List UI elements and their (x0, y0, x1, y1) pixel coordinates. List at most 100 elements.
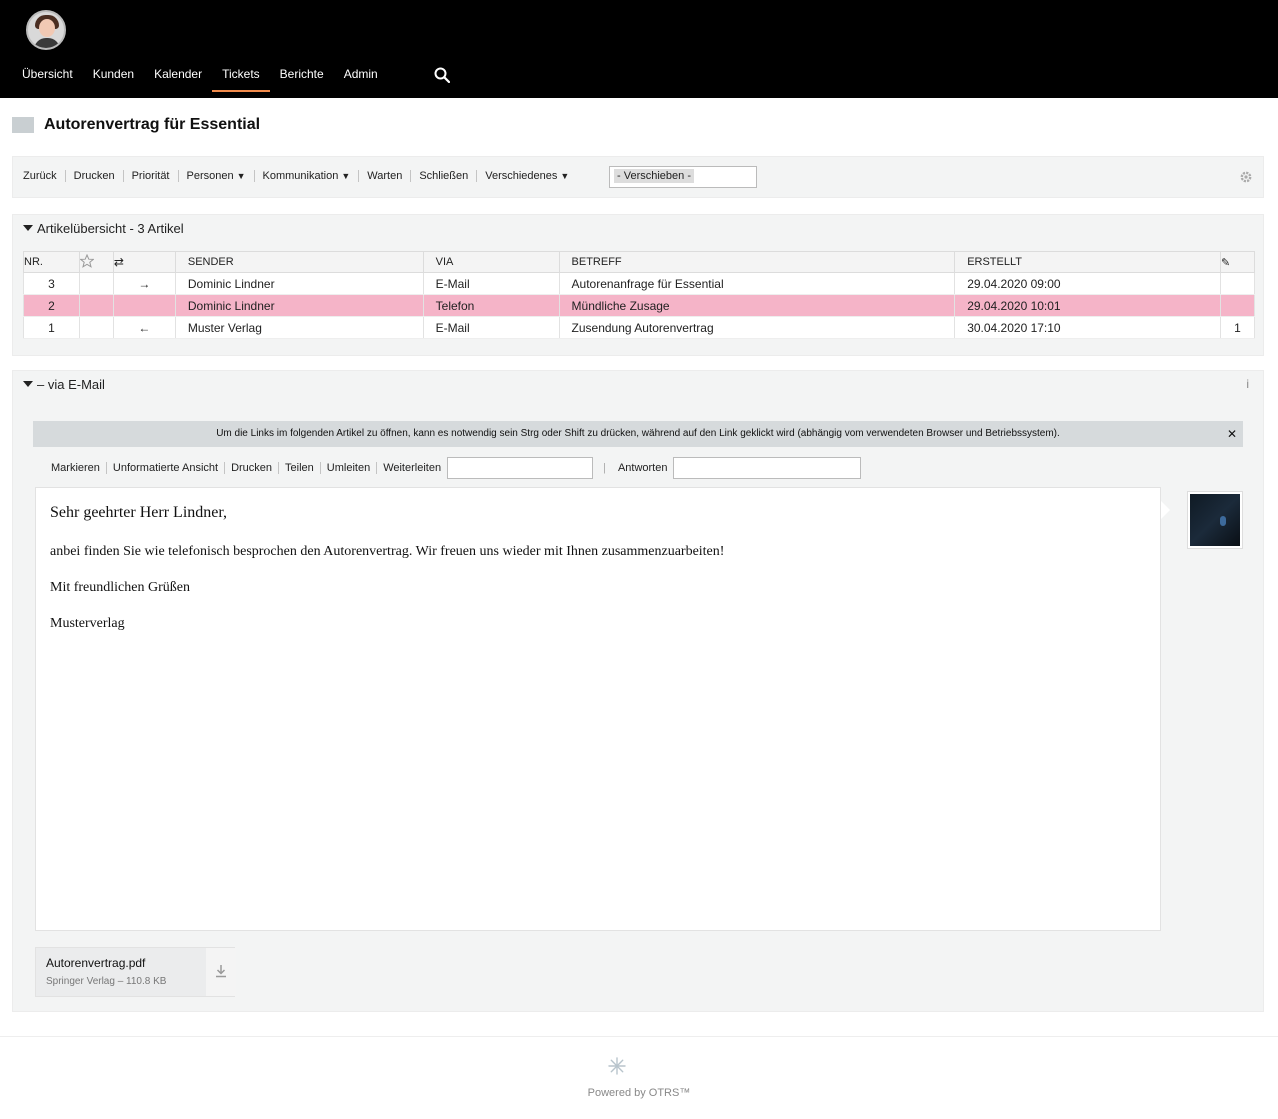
star-icon (79, 253, 95, 268)
paperclip-icon: ✎ (1220, 256, 1231, 269)
nav-tickets[interactable]: Tickets (212, 66, 270, 92)
row-via: Telefon (422, 294, 560, 317)
reply-label[interactable]: Antworten (612, 462, 674, 474)
column-direction[interactable]: ⇄ (112, 251, 176, 273)
row-subject: Zusendung Autorenvertrag (558, 316, 956, 339)
attachment-card[interactable]: Autorenvertrag.pdf Springer Verlag – 110… (35, 947, 236, 997)
link-notice-banner: Um die Links im folgenden Artikel zu öff… (33, 421, 1243, 447)
column-attachment[interactable]: ✎ (1219, 251, 1256, 273)
row-via: E-Mail (422, 316, 560, 339)
reply-template-select[interactable] (673, 457, 862, 479)
row-sender: Muster Verlag (174, 316, 424, 339)
print-article-button[interactable]: Drucken (225, 462, 280, 474)
mark-button[interactable]: Markieren (51, 462, 107, 474)
row-created: 29.04.2020 10:01 (954, 294, 1221, 317)
attachment-meta: Springer Verlag – 110.8 KB (46, 976, 167, 987)
column-subject[interactable]: BETREFF (558, 251, 956, 273)
nav-admin[interactable]: Admin (334, 66, 388, 92)
row-attachments (1219, 272, 1256, 295)
info-icon[interactable]: i (1246, 377, 1249, 391)
pending-button[interactable]: Warten (359, 170, 412, 182)
row-star[interactable] (78, 316, 114, 339)
powered-by-text[interactable]: Powered by OTRS™ (0, 1087, 1278, 1099)
avatar-face (39, 19, 55, 37)
row-created: 29.04.2020 09:00 (954, 272, 1221, 295)
row-created: 30.04.2020 17:10 (954, 316, 1221, 339)
priority-button[interactable]: Priorität (124, 170, 179, 182)
gear-icon[interactable] (1239, 170, 1253, 184)
ticket-toolbar: Zurück Drucken Priorität Personen ▼ Kommu… (12, 156, 1264, 198)
email-body: Sehr geehrter Herr Lindner, anbei finden… (35, 487, 1161, 931)
search-icon[interactable] (434, 67, 450, 83)
page-footer: Powered by OTRS™ (0, 1036, 1278, 1119)
column-star[interactable] (78, 251, 114, 273)
row-star[interactable] (78, 272, 114, 295)
back-button[interactable]: Zurück (23, 170, 66, 182)
column-created[interactable]: ERSTELLT (954, 251, 1221, 273)
attachment-download-button[interactable] (206, 948, 236, 996)
main-nav: Übersicht Kunden Kalender Tickets Berich… (22, 66, 388, 92)
otrs-logo-icon (608, 1057, 626, 1075)
nav-uebersicht[interactable]: Übersicht (22, 66, 83, 92)
forward-template-select[interactable] (447, 457, 594, 479)
split-button[interactable]: Teilen (279, 462, 321, 474)
article-overview-toggle[interactable]: Artikelübersicht - 3 Artikel (23, 221, 184, 236)
row-direction (112, 294, 176, 317)
collapse-triangle-icon (23, 225, 33, 231)
communication-menu[interactable]: Kommunikation ▼ (255, 170, 360, 182)
incoming-arrow-icon: ← (112, 316, 176, 339)
article-detail-toggle[interactable]: – via E-Mail (23, 377, 105, 392)
caret-down-icon: ▼ (341, 171, 351, 181)
column-sender[interactable]: SENDER (174, 251, 424, 273)
column-nr[interactable]: NR. (23, 251, 80, 273)
print-button[interactable]: Drucken (66, 170, 124, 182)
sender-avatar-image (1190, 494, 1240, 546)
table-row[interactable]: 3 → Dominic Lindner E-Mail Autorenanfrag… (23, 272, 1256, 295)
table-row[interactable]: 1 ← Muster Verlag E-Mail Zusendung Autor… (23, 316, 1256, 339)
row-sender: Dominic Lindner (174, 294, 424, 317)
link-notice-text: Um die Links im folgenden Artikel zu öff… (216, 428, 1060, 439)
column-via[interactable]: VIA (422, 251, 560, 273)
nav-kalender[interactable]: Kalender (144, 66, 212, 92)
row-nr: 2 (23, 294, 80, 317)
nav-kunden[interactable]: Kunden (83, 66, 144, 92)
attachment-name[interactable]: Autorenvertrag.pdf (46, 956, 145, 970)
close-icon[interactable]: ✕ (1227, 421, 1237, 447)
plain-view-button[interactable]: Unformatierte Ansicht (107, 462, 226, 474)
article-actions: Markieren Unformatierte Ansicht Drucken … (51, 457, 871, 479)
misc-menu[interactable]: Verschiedenes ▼ (477, 170, 577, 182)
caret-down-icon: ▼ (560, 171, 570, 181)
avatar-body (34, 38, 60, 48)
row-nr: 3 (23, 272, 80, 295)
row-attachments (1219, 294, 1256, 317)
article-detail-panel: – via E-Mail i Um die Links im folgenden… (12, 370, 1264, 1012)
forward-button[interactable]: Weiterleiten (377, 462, 447, 474)
row-star[interactable] (78, 294, 114, 317)
email-closing: Mit freundlichen Grüßen (50, 580, 190, 595)
email-signature: Musterverlag (50, 616, 125, 631)
sender-avatar (1187, 491, 1243, 549)
caret-down-icon: ▼ (236, 171, 246, 181)
outgoing-arrow-icon: → (112, 272, 176, 295)
article-table: NR. ⇄ SENDER VIA BETREFF ERSTELLT ✎ 3 → … (23, 251, 1256, 339)
nav-berichte[interactable]: Berichte (270, 66, 334, 92)
download-icon (216, 965, 226, 978)
row-subject: Autorenanfrage für Essential (558, 272, 956, 295)
user-avatar[interactable] (26, 10, 66, 50)
close-ticket-button[interactable]: Schließen (411, 170, 478, 182)
row-nr: 1 (23, 316, 80, 339)
collapse-triangle-icon (23, 381, 33, 387)
action-separator: | (603, 462, 606, 474)
row-via: E-Mail (422, 272, 560, 295)
page-title: Autorenvertrag für Essential (44, 116, 261, 133)
row-attachments: 1 (1219, 316, 1256, 339)
article-overview-panel: Artikelübersicht - 3 Artikel NR. ⇄ SENDE… (12, 214, 1264, 356)
move-queue-select[interactable]: - Verschieben - (609, 166, 757, 188)
bounce-button[interactable]: Umleiten (321, 462, 378, 474)
top-navigation-bar: Übersicht Kunden Kalender Tickets Berich… (0, 0, 1278, 98)
direction-arrows-icon: ⇄ (113, 255, 124, 269)
people-menu[interactable]: Personen ▼ (179, 170, 255, 182)
email-greeting: Sehr geehrter Herr Lindner, (50, 504, 228, 521)
speech-pointer (1161, 501, 1170, 519)
table-row[interactable]: 2 Dominic Lindner Telefon Mündliche Zusa… (23, 294, 1256, 317)
